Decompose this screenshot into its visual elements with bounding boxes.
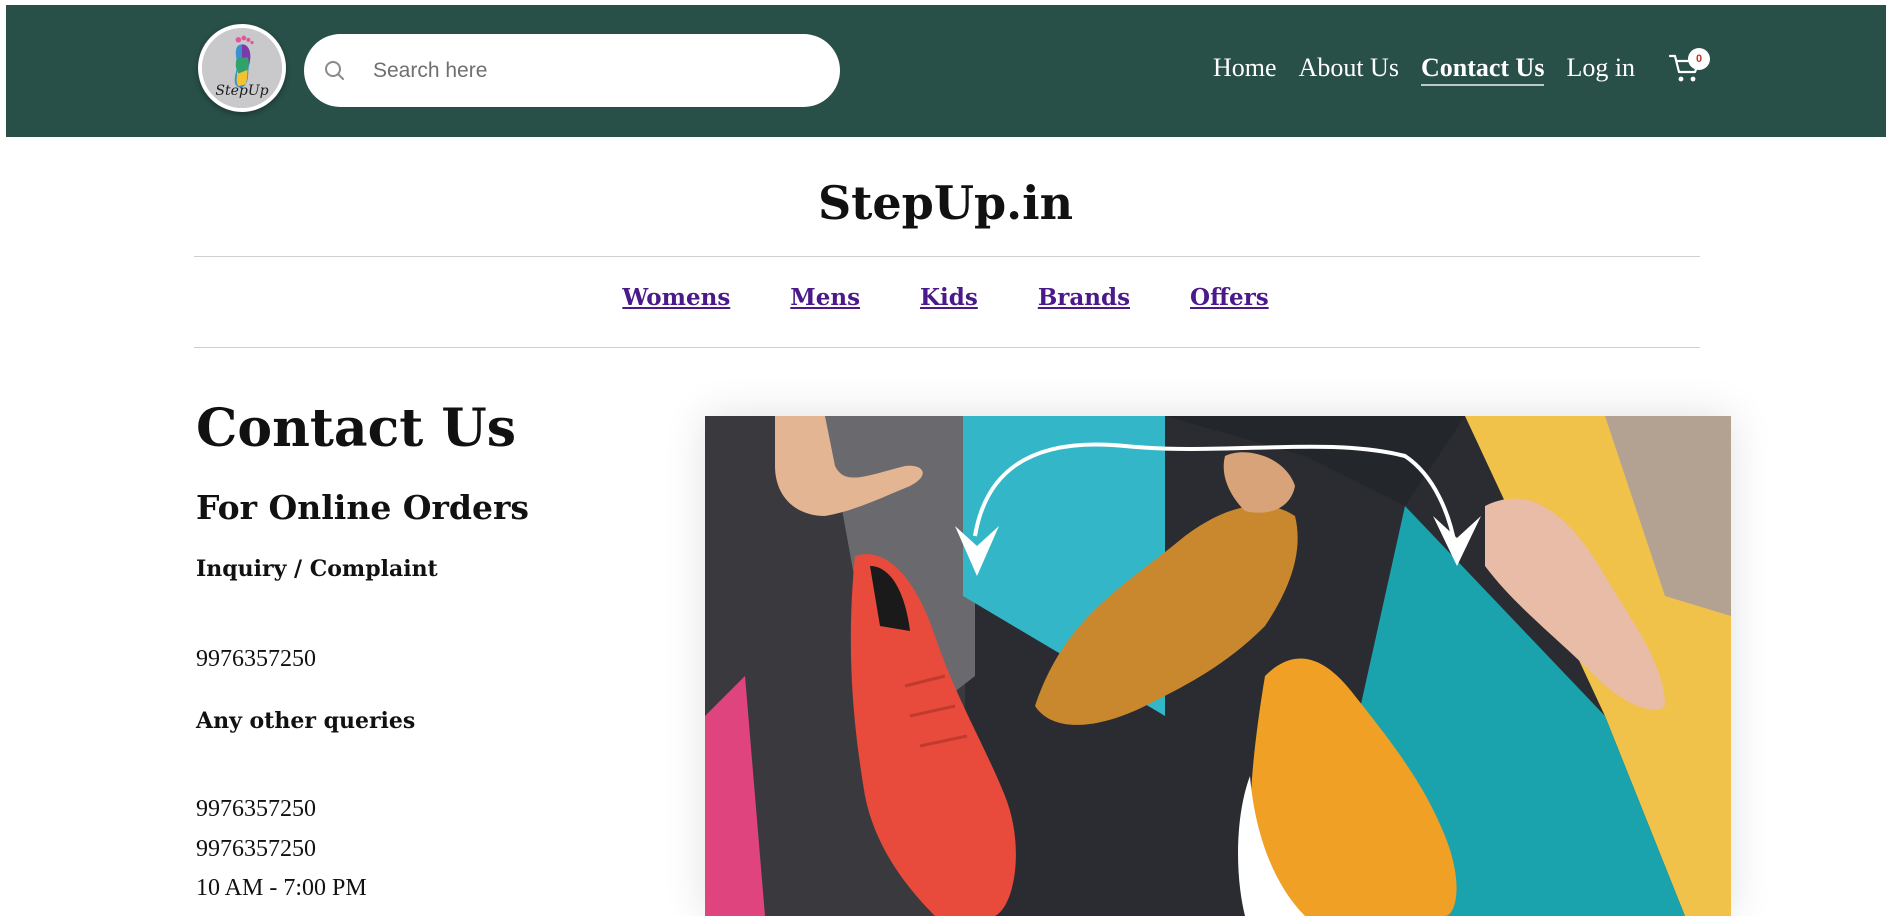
main-nav: Home About Us Contact Us Log in bbox=[1213, 52, 1657, 86]
other-queries-label: Any other queries bbox=[196, 708, 416, 734]
online-orders-heading: For Online Orders bbox=[196, 488, 529, 527]
page-title: Contact Us bbox=[196, 398, 516, 459]
search-icon[interactable] bbox=[323, 59, 347, 83]
business-hours: 10 AM - 7:00 PM bbox=[196, 875, 367, 901]
search-bar[interactable] bbox=[304, 34, 840, 107]
category-womens-link[interactable]: Womens bbox=[622, 284, 730, 311]
nav-contact-link[interactable]: Contact Us bbox=[1420, 52, 1545, 86]
other-phone-2: 9976357250 bbox=[196, 836, 316, 862]
category-kids-link[interactable]: Kids bbox=[920, 284, 978, 311]
logo-text: StepUp bbox=[215, 83, 269, 99]
shoes-hero-image bbox=[705, 416, 1731, 916]
inquiry-phone: 9976357250 bbox=[196, 646, 316, 672]
nav-about-link[interactable]: About Us bbox=[1299, 52, 1399, 86]
inquiry-label: Inquiry / Complaint bbox=[196, 556, 438, 582]
category-offers-link[interactable]: Offers bbox=[1190, 284, 1269, 311]
divider-top bbox=[194, 256, 1700, 257]
other-phone-1: 9976357250 bbox=[196, 796, 316, 822]
category-brands-link[interactable]: Brands bbox=[1038, 284, 1130, 311]
brand-title: StepUp.in bbox=[817, 176, 1074, 230]
category-mens-link[interactable]: Mens bbox=[790, 284, 860, 311]
nav-home-link[interactable]: Home bbox=[1213, 52, 1277, 86]
cart-count-badge: 0 bbox=[1688, 48, 1710, 70]
site-logo[interactable]: StepUp bbox=[198, 24, 286, 112]
search-input[interactable] bbox=[373, 34, 813, 107]
category-nav: Womens Mens Kids Brands Offers bbox=[0, 284, 1891, 311]
nav-login-link[interactable]: Log in bbox=[1566, 52, 1635, 86]
shoes-illustration bbox=[705, 416, 1731, 916]
divider-bottom bbox=[194, 347, 1700, 348]
